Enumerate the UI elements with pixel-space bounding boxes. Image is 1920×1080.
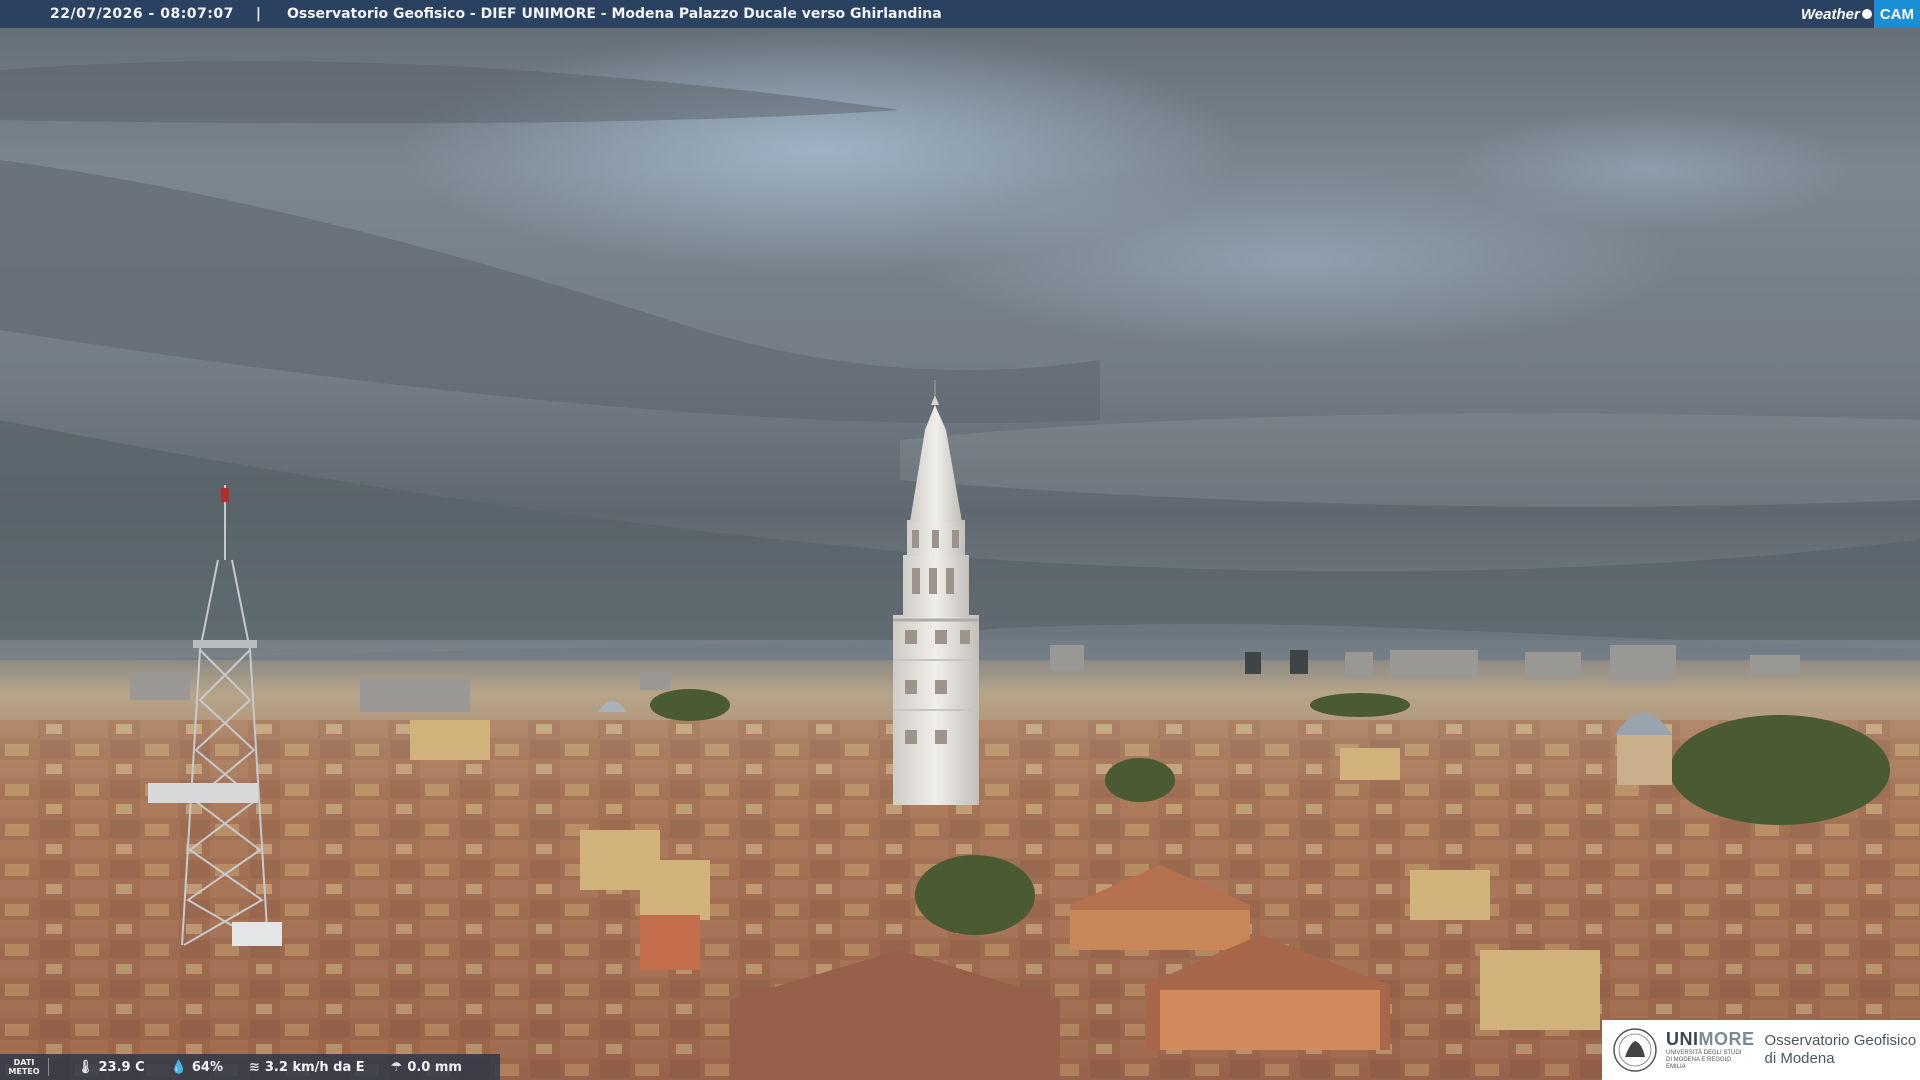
humidity-reading: 💧 64% <box>171 1060 223 1075</box>
rain-icon: ☂ <box>390 1059 403 1075</box>
rain-reading: ☂ 0.0 mm <box>391 1060 462 1075</box>
unimore-brand: UNIMORE UNIVERSITÀ DEGLI STUDI DI MODENA… <box>1666 1029 1755 1070</box>
caption-separator: | <box>255 6 261 22</box>
unimore-subtitle: UNIVERSITÀ DEGLI STUDI DI MODENA E REGGI… <box>1666 1050 1742 1070</box>
timestamp: 22/07/2026 - 08:07:07 <box>50 6 234 22</box>
camera-title: Osservatorio Geofisico - DIEF UNIMORE - … <box>286 6 942 22</box>
humidity-value: 64% <box>191 1059 223 1075</box>
temperature-reading: 🌡 23.9 C <box>77 1060 145 1075</box>
logo-word-weather: Weather <box>1800 5 1860 23</box>
logo-dot-icon <box>1861 9 1872 19</box>
wind-value: 3.2 km/h da E <box>264 1059 365 1075</box>
unimore-logo-box: UNIMORE UNIVERSITÀ DEGLI STUDI DI MODENA… <box>1602 1020 1920 1080</box>
wind-reading: ≋ 3.2 km/h da E <box>249 1060 365 1075</box>
thermometer-icon: 🌡 <box>77 1059 94 1075</box>
meteo-label: DATI METEO <box>0 1058 49 1076</box>
weather-data-bar: DATI METEO 🌡 23.9 C 💧 64% ≋ 3.2 km/h da … <box>0 1054 500 1080</box>
weathercam-logo: Weather CAM <box>1801 0 1920 28</box>
logo-word-cam: CAM <box>1873 0 1920 28</box>
caption-bar: 22/07/2026 - 08:07:07 | Osservatorio Geo… <box>0 0 1920 28</box>
humidity-drop-icon: 💧 <box>170 1059 187 1075</box>
temperature-value: 23.9 C <box>98 1059 145 1075</box>
wind-icon: ≋ <box>248 1059 260 1075</box>
webcam-image <box>0 0 1920 1080</box>
observatory-name: Osservatorio Geofisico di Modena <box>1764 1032 1917 1067</box>
university-seal-icon <box>1613 1028 1657 1072</box>
rain-value: 0.0 mm <box>407 1059 462 1075</box>
